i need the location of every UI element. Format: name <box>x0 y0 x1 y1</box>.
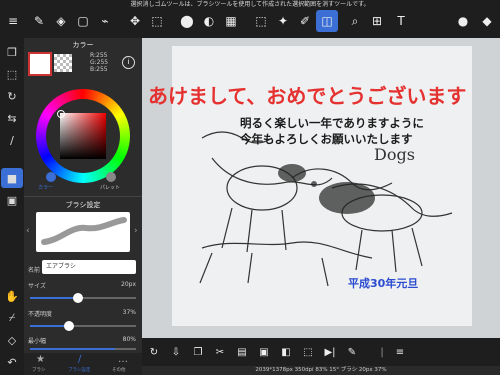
top-toolbar: 選択消しゴムツールは、ブラシツールを使用して作成された選択範囲を消すツールです。… <box>0 0 500 38</box>
tab-palette[interactable]: パレット <box>100 184 120 191</box>
magic-wand-icon[interactable]: ✦ <box>272 10 294 32</box>
rgb-r: R:255 <box>90 52 108 59</box>
bottom-toolbar: ↻ ⇩ ❐ ✂ ▤ ▣ ◧ ⬚ ▶| ✎ | ≡ <box>142 338 500 366</box>
eraser-icon[interactable]: ◇ <box>1 330 23 350</box>
copy-icon[interactable]: ❐ <box>1 42 23 62</box>
rgb-readout: R:255 G:255 B:255 <box>90 52 108 73</box>
menu-list-icon[interactable]: ≡ <box>390 342 410 362</box>
min-width-label: 最小幅 <box>28 338 47 345</box>
select-pen-icon[interactable]: ✐ <box>294 10 316 32</box>
dogs-text: Dogs <box>374 145 415 164</box>
tab-brush[interactable]: ブラシ <box>32 367 45 373</box>
curve-brush-icon[interactable]: ⌁ <box>94 10 116 32</box>
undo-icon[interactable]: ↶ <box>1 352 23 372</box>
panel-bottom-tabs: ★ ∕ … ブラシ ブラシ設定 その他 <box>24 353 142 375</box>
date-text: 平成30年元旦 <box>348 277 419 290</box>
edit-icon[interactable]: ✎ <box>342 342 362 362</box>
save-icon[interactable]: ⇩ <box>166 342 186 362</box>
rotate-canvas-icon[interactable]: ↻ <box>144 342 164 362</box>
pen-icon[interactable]: ∕ <box>1 130 23 150</box>
paste-icon[interactable]: ▤ <box>232 342 252 362</box>
separator: | <box>380 346 384 358</box>
star-icon[interactable]: ★ <box>36 354 45 365</box>
color-wheel[interactable] <box>36 89 130 183</box>
bucket-tool-icon[interactable]: ◐ <box>198 10 220 32</box>
color-panel-title: カラー <box>72 41 94 49</box>
rgb-g: G:255 <box>90 59 109 66</box>
brush-panel-title: ブラシ設定 <box>65 201 101 209</box>
color-tab-icon[interactable] <box>46 172 56 182</box>
opacity-slider-knob[interactable] <box>64 321 75 331</box>
size-slider-knob[interactable] <box>72 293 83 303</box>
rotate-icon[interactable]: ↻ <box>1 86 23 106</box>
primary-color-swatch[interactable] <box>28 52 52 76</box>
brush-settings-icon[interactable]: ∕ <box>78 354 81 365</box>
cut-icon[interactable]: ✂ <box>210 342 230 362</box>
brush-preview <box>36 212 130 252</box>
copy-layer-icon[interactable]: ▣ <box>254 342 274 362</box>
rectangle-tool-icon[interactable]: ▢ <box>72 10 94 32</box>
palette-tab-icon[interactable] <box>106 172 116 182</box>
info-icon[interactable]: i <box>122 56 135 69</box>
rgb-b: B:255 <box>90 66 108 73</box>
greeting-line-1: 明るく楽しい一年でありますように <box>240 116 424 130</box>
left-toolbar: ❐ ⬚ ↻ ⇆ ∕ ■ ▣ ✋ ⌿ ◇ ↶ <box>0 38 24 375</box>
menu-icon[interactable]: ≡ <box>2 10 24 32</box>
opacity-value: 37% <box>122 309 136 316</box>
move-tool-icon[interactable]: ✥ <box>124 10 146 32</box>
hand-icon[interactable]: ✋ <box>1 286 23 306</box>
size-label: サイズ <box>28 283 46 290</box>
flip-icon[interactable]: ⇆ <box>1 108 23 128</box>
tab-color[interactable]: カラー <box>38 184 53 191</box>
transform-tool-icon[interactable]: ⬚ <box>146 10 168 32</box>
tool-hint: 選択消しゴムツールは、ブラシツールを使用して作成された選択範囲を消すツールです。 <box>130 1 370 8</box>
select-rect-icon[interactable]: ⬚ <box>250 10 272 32</box>
prev-brush-icon[interactable]: ‹ <box>26 226 30 236</box>
select-icon[interactable]: ⬚ <box>1 64 23 84</box>
next-brush-icon[interactable]: › <box>134 226 138 236</box>
brush-name-label: 名前 <box>28 267 41 274</box>
text-tool-icon[interactable]: T <box>390 10 412 32</box>
color-panel-icon[interactable]: ■ <box>1 168 23 188</box>
saturation-square[interactable] <box>60 113 106 159</box>
eraser-tool-icon[interactable]: ◈ <box>50 10 72 32</box>
drawing-canvas[interactable]: あけまして、おめでとうございます 明るく楽しい一年でありますように 今年もよろし… <box>142 38 500 338</box>
flip-h-icon[interactable]: ◧ <box>276 342 296 362</box>
layer-panel-icon[interactable]: ▣ <box>1 190 23 210</box>
secondary-color-swatch[interactable] <box>54 54 72 72</box>
select-all-icon[interactable]: ⬚ <box>298 342 318 362</box>
layers-icon[interactable]: ◆ <box>476 10 498 32</box>
hand-tool-icon[interactable]: ⊞ <box>366 10 388 32</box>
dropper-icon[interactable]: ⌿ <box>1 308 23 328</box>
opacity-label: 不透明度 <box>28 311 53 318</box>
tab-brush-settings[interactable]: ブラシ設定 <box>68 367 90 373</box>
more-icon[interactable]: … <box>118 354 128 365</box>
tab-other[interactable]: その他 <box>112 367 126 373</box>
gradient-tool-icon[interactable]: ▦ <box>220 10 242 32</box>
brush-tool-icon[interactable]: ✎ <box>28 10 50 32</box>
comment-icon[interactable]: ● <box>452 10 474 32</box>
fill-tool-icon[interactable]: ⬤ <box>176 10 198 32</box>
brush-name-field[interactable]: エアブラシ <box>42 260 136 274</box>
opacity-slider[interactable] <box>30 321 136 331</box>
select-eraser-icon[interactable]: ◫ <box>316 10 338 32</box>
eyedropper-icon[interactable]: ⌕ <box>344 10 366 32</box>
side-panel: カラー R:255 G:255 B:255 i カラー パレット ブラシ設定 ‹… <box>24 38 142 375</box>
status-bar: 2039*1378px 350dpi 83% 15° ブラシ 20px 37% <box>142 366 500 375</box>
min-width-value: 80% <box>122 336 136 343</box>
size-value: 20px <box>121 281 136 288</box>
color-picker-knob[interactable] <box>57 110 65 118</box>
size-slider[interactable] <box>30 293 136 303</box>
duplicate-icon[interactable]: ❐ <box>188 342 208 362</box>
mirror-icon[interactable]: ▶| <box>320 342 340 362</box>
min-width-slider[interactable] <box>30 348 136 350</box>
headline-text: あけまして、おめでとうございます <box>148 84 467 108</box>
